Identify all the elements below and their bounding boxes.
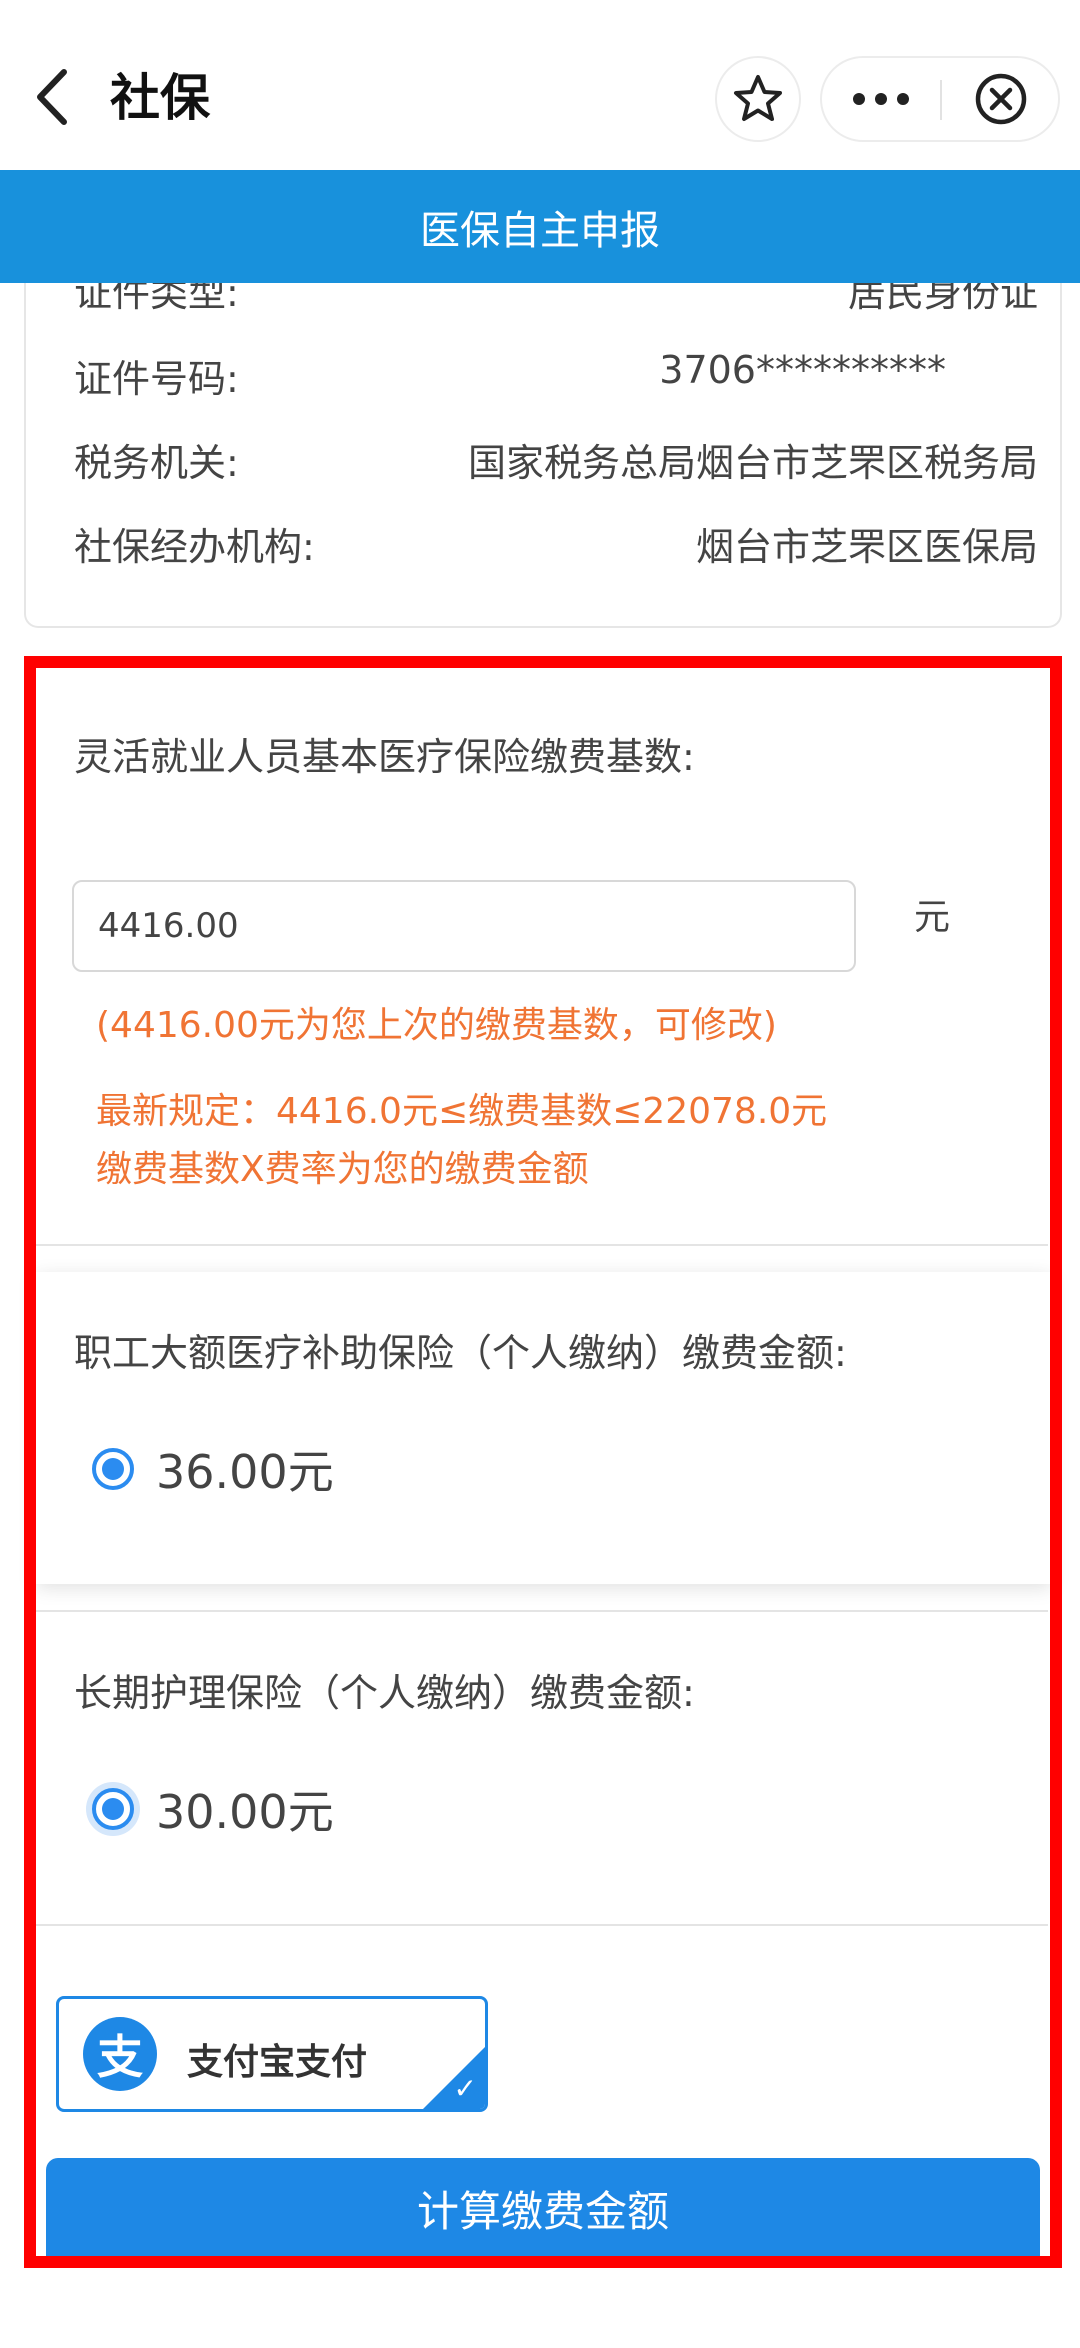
divider <box>36 1610 1048 1612</box>
calculate-amount-button[interactable]: 计算缴费金额 <box>46 2158 1040 2258</box>
option-amount: 36.00元 <box>156 1445 334 1499</box>
base-unit: 元 <box>914 897 951 938</box>
favorite-button[interactable] <box>715 56 801 142</box>
info-row-tax-office: 税务机关: 国家税务总局烟台市芝罘区税务局 <box>74 432 1038 488</box>
alipay-payment-option[interactable]: 支 支付宝支付 ✓ <box>56 1996 488 2112</box>
long-term-care-label: 长期护理保险（个人缴纳）缴费金额: <box>74 1671 695 1715</box>
info-value: 3706********** <box>659 348 946 392</box>
star-outline-icon <box>734 75 782 121</box>
radio-selected-dot <box>102 1458 124 1480</box>
mini-program-capsule <box>820 56 1060 142</box>
divider <box>36 1244 1048 1246</box>
option-amount: 30.00元 <box>156 1785 334 1839</box>
info-label: 税务机关: <box>74 441 239 485</box>
chevron-left-icon <box>37 69 67 125</box>
info-value: 国家税务总局烟台市芝罘区税务局 <box>467 441 1038 485</box>
personal-info-card: 证件类型: 居民身份证 证件号码: 3706********** 税务机关: 国… <box>24 230 1062 628</box>
long-term-care-option[interactable]: 30.00元 <box>92 1774 334 1844</box>
large-medical-option[interactable]: 36.00元 <box>92 1434 334 1504</box>
radio-selected-dot <box>102 1798 124 1820</box>
info-label: 社保经办机构: <box>74 525 315 569</box>
top-navbar: 社保 <box>0 0 1080 170</box>
info-label: 证件号码: <box>74 357 239 401</box>
close-circle-icon <box>975 73 1027 125</box>
more-button[interactable] <box>822 58 940 140</box>
section-header: 医保自主申报 <box>0 170 1080 283</box>
alipay-logo-icon: 支 <box>83 2017 157 2091</box>
page-title: 社保 <box>110 69 210 127</box>
radio-button[interactable] <box>92 1448 134 1490</box>
payment-method-label: 支付宝支付 <box>187 2042 368 2083</box>
checkmark-icon: ✓ <box>453 2072 477 2105</box>
formula-note: 缴费基数X费率为您的缴费金额 <box>96 1149 589 1190</box>
info-row-id-number: 证件号码: 3706********** <box>74 348 1038 404</box>
info-value: 烟台市芝罘区医保局 <box>695 525 1038 569</box>
info-row-agency: 社保经办机构: 烟台市芝罘区医保局 <box>74 516 1038 572</box>
more-dots-icon <box>853 93 909 105</box>
large-medical-card <box>36 1272 1052 1584</box>
divider <box>36 1924 1048 1926</box>
close-button[interactable] <box>942 58 1060 140</box>
base-label: 灵活就业人员基本医疗保险缴费基数: <box>74 735 695 779</box>
regulation-note: 最新规定：4416.0元≤缴费基数≤22078.0元 <box>96 1091 828 1132</box>
large-medical-label: 职工大额医疗补助保险（个人缴纳）缴费金额: <box>74 1331 847 1375</box>
base-amount-input[interactable] <box>72 880 856 972</box>
previous-base-note: (4416.00元为您上次的缴费基数，可修改) <box>96 1005 777 1046</box>
radio-button[interactable] <box>92 1788 134 1830</box>
back-button[interactable] <box>30 62 80 132</box>
page: 社保 医保自主申报 证件类型: 居民身份证 证件号码: 3706********… <box>0 0 1080 2348</box>
